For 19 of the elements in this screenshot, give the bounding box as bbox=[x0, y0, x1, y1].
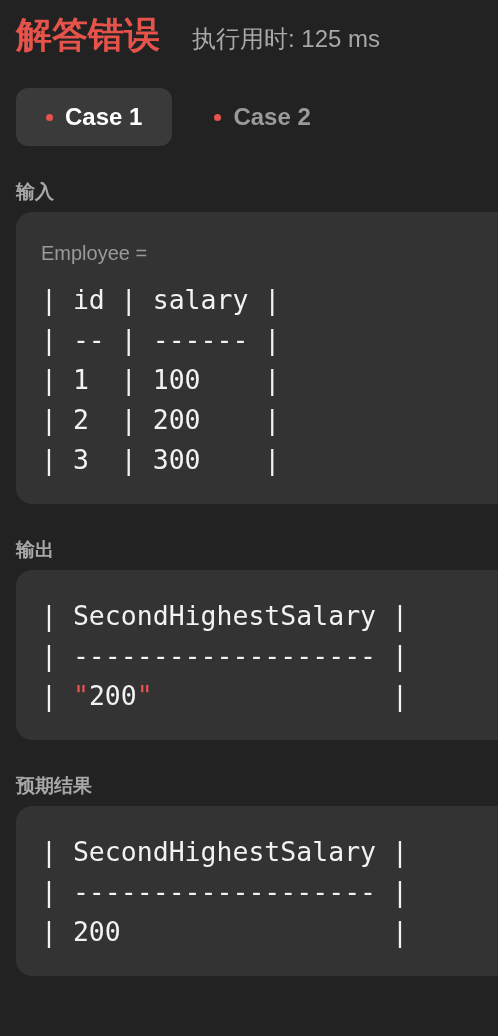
code-line: | SecondHighestSalary | bbox=[41, 835, 409, 870]
code-line: | SecondHighestSalary | bbox=[41, 599, 409, 634]
code-line: | -- | ------ | bbox=[41, 323, 282, 358]
code-line: | id | salary | bbox=[41, 283, 282, 318]
variable-caption: Employee = bbox=[41, 241, 149, 266]
runtime-text: 执行用时: 125 ms bbox=[192, 24, 381, 54]
code-line: | ------------------- | bbox=[41, 875, 409, 910]
section-label: 输出 bbox=[16, 538, 55, 562]
status-title: 解答错误 bbox=[16, 13, 160, 57]
code-line: | 2 | 200 | bbox=[41, 403, 282, 438]
code-line: | "200" | bbox=[41, 679, 409, 714]
code-line: | 3 | 300 | bbox=[41, 443, 282, 478]
section-label: 输入 bbox=[16, 180, 55, 204]
case-tab[interactable]: Case 2 bbox=[184, 88, 341, 146]
code-line: | ------------------- | bbox=[41, 639, 409, 674]
section-label: 预期结果 bbox=[16, 774, 93, 798]
code-line: | 1 | 100 | bbox=[41, 363, 282, 398]
case-tab[interactable]: Case 1 bbox=[16, 88, 173, 146]
code-line: | 200 | bbox=[41, 915, 409, 950]
